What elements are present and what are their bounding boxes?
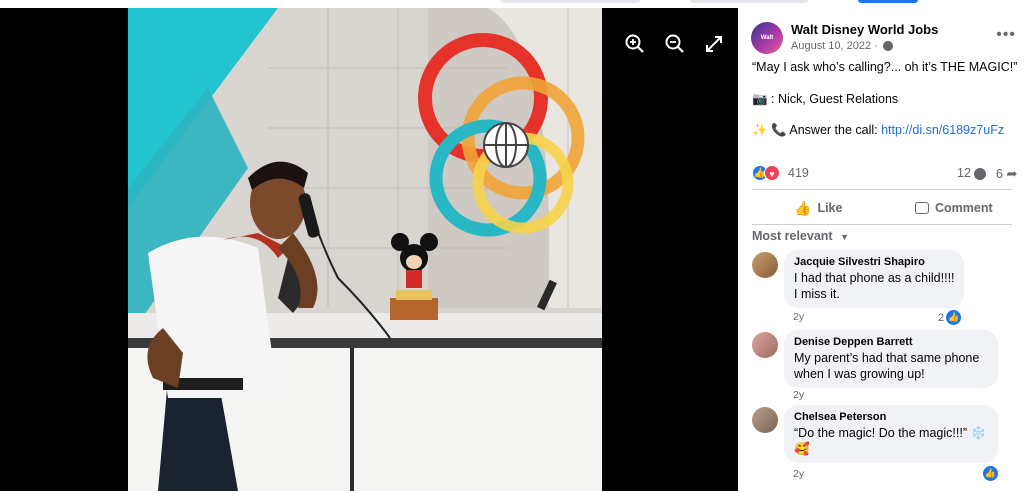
- post-link[interactable]: http://di.sn/6189z7uFz: [881, 123, 1004, 137]
- comment-text: “Do the magic! Do the magic!!!” ❄️: [794, 426, 987, 440]
- comment-bubble: Jacquie Silvestri Shapiro I had that pho…: [784, 250, 964, 308]
- post-photo[interactable]: [128, 8, 602, 491]
- comment-bubble-icon: [974, 167, 987, 180]
- post-text-line2: 📷 : Nick, Guest Relations: [752, 92, 899, 106]
- divider: [752, 224, 1012, 225]
- toolbar-button[interactable]: [500, 0, 640, 3]
- comment-author[interactable]: Jacquie Silvestri Shapiro: [794, 256, 954, 268]
- page-name[interactable]: Walt Disney World Jobs: [791, 22, 938, 37]
- avatar[interactable]: [752, 407, 778, 433]
- share-count[interactable]: 6 ➦: [996, 166, 1017, 182]
- zoom-out-icon[interactable]: [663, 32, 687, 56]
- post-text-line3-prefix: ✨ 📞 Answer the call:: [752, 123, 882, 137]
- share-arrow-icon: ➦: [1006, 166, 1018, 181]
- comment-count-value: 12: [957, 166, 971, 180]
- post-text-line3: ✨ 📞 Answer the call: http://di.sn/6189z7…: [752, 123, 1004, 138]
- avatar[interactable]: [752, 332, 778, 358]
- comment-text: My parent’s had that same phone: [794, 351, 980, 365]
- comment-time[interactable]: 2y: [793, 311, 804, 323]
- top-strip: [0, 0, 1024, 8]
- comment-time[interactable]: 2y: [793, 389, 804, 401]
- zoom-in-icon[interactable]: [623, 32, 647, 56]
- divider: [752, 189, 1012, 190]
- like-reaction-icon: 👍: [946, 310, 962, 325]
- post-date[interactable]: August 10, 2022 ·: [791, 40, 893, 52]
- avatar[interactable]: [752, 252, 778, 278]
- comment-like-count-value: 2: [938, 311, 945, 324]
- comment-sort-dropdown[interactable]: Most relevant ▼: [752, 229, 849, 243]
- comment-like-count[interactable]: 👍: [983, 466, 998, 481]
- comment-bubble: Denise Deppen Barrett My parent’s had th…: [784, 330, 998, 388]
- share-count-value: 6: [996, 167, 1003, 181]
- photo-illustration: [128, 8, 602, 491]
- comment-sort-label: Most relevant: [752, 229, 833, 243]
- thumbs-up-icon: 👍: [794, 199, 812, 216]
- toolbar-button[interactable]: [858, 0, 918, 3]
- more-options-icon[interactable]: •••: [996, 26, 1016, 44]
- photo-viewer: [0, 8, 738, 491]
- post-text-line1: “May I ask who’s calling?... oh it’s THE…: [752, 60, 1018, 74]
- comment-icon: [915, 202, 929, 214]
- comment-time[interactable]: 2y: [793, 468, 804, 480]
- like-label: Like: [817, 201, 843, 215]
- comment-text: I had that phone as a child!!!!: [794, 271, 955, 285]
- comment-author[interactable]: Chelsea Peterson: [794, 411, 988, 423]
- like-button[interactable]: 👍 Like: [794, 198, 842, 218]
- like-reaction-icon: 👍: [983, 466, 998, 481]
- comment-label: Comment: [935, 201, 993, 215]
- post-panel: Walt Disney JOBS Walt Disney World Jobs …: [738, 8, 1024, 491]
- comment-like-count[interactable]: 2 👍: [938, 310, 962, 325]
- reaction-count[interactable]: 419: [788, 166, 809, 180]
- toolbar-button[interactable]: [690, 0, 808, 3]
- comment-author[interactable]: Denise Deppen Barrett: [794, 336, 988, 348]
- love-reaction-icon: ♥: [764, 165, 780, 181]
- comment-button[interactable]: Comment: [915, 198, 993, 218]
- comment-count[interactable]: 12: [957, 166, 987, 180]
- post-date-text: August 10, 2022 ·: [791, 40, 878, 52]
- comment-text: 🥰: [794, 442, 810, 456]
- comment-text: when I was growing up!: [794, 367, 925, 381]
- fullscreen-icon[interactable]: [702, 32, 726, 56]
- comment-text: I miss it.: [794, 287, 840, 301]
- reaction-icons[interactable]: 👍 ♥: [752, 165, 784, 181]
- page-avatar[interactable]: Walt Disney JOBS: [751, 22, 783, 105]
- globe-icon: [882, 41, 893, 52]
- comment-bubble: Chelsea Peterson “Do the magic! Do the m…: [784, 405, 998, 463]
- chevron-down-icon: ▼: [840, 232, 849, 242]
